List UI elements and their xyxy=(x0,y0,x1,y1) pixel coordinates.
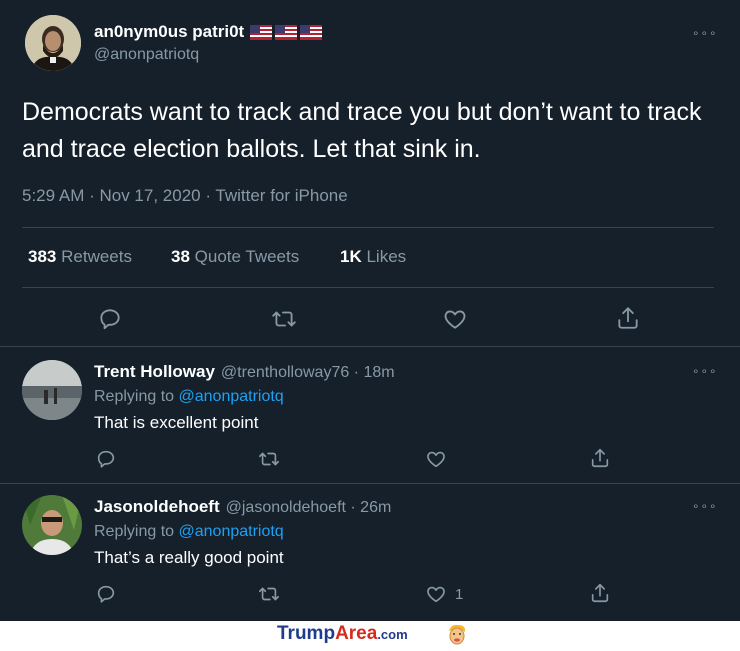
reply-display-name[interactable]: Jasonoldehoeft xyxy=(94,497,220,517)
brand-logo: Trump Area .com xyxy=(277,623,408,645)
divider xyxy=(0,483,740,484)
quotes-count: 38 xyxy=(171,247,190,266)
retweets-label: Retweets xyxy=(61,247,132,266)
divider xyxy=(22,287,714,288)
more-icon[interactable]: ∘∘∘ xyxy=(692,499,718,513)
more-icon[interactable]: ∘∘∘ xyxy=(692,364,718,378)
more-icon[interactable]: ∘∘∘ xyxy=(692,26,718,40)
replying-to-line: Replying to @anonpatriotq xyxy=(94,388,284,406)
reply-header: Jasonoldehoeft @jasonoldehoeft · 26m xyxy=(94,497,391,517)
reply-icon[interactable] xyxy=(95,583,117,605)
reply-text: That’s a really good point xyxy=(94,548,284,567)
like-icon[interactable] xyxy=(442,306,468,332)
replying-to-line: Replying to @anonpatriotq xyxy=(94,523,284,541)
reply-icon[interactable] xyxy=(95,448,117,470)
reply-text: That is excellent point xyxy=(94,413,259,432)
like-icon[interactable]: 1 xyxy=(425,583,463,605)
author-name-row: an0nym0us patri0t xyxy=(94,22,323,42)
reply-meta[interactable]: @trentholloway76 · 18m xyxy=(221,364,395,382)
retweets-count: 383 xyxy=(28,247,57,266)
retweet-icon[interactable] xyxy=(258,583,280,605)
retweets-stat[interactable]: 383 Retweets xyxy=(28,247,132,267)
retweet-icon[interactable] xyxy=(271,306,297,332)
reply-avatar[interactable] xyxy=(22,495,82,555)
like-icon[interactable] xyxy=(425,448,455,470)
like-count: 1 xyxy=(455,585,464,603)
share-icon[interactable] xyxy=(589,447,611,469)
reply-header: Trent Holloway @trentholloway76 · 18m xyxy=(94,362,395,382)
reply-display-name[interactable]: Trent Holloway xyxy=(94,362,215,382)
brand-part2: Area xyxy=(335,623,378,644)
likes-label: Likes xyxy=(366,247,407,266)
tweet-timestamp[interactable]: 5:29 AM · Nov 17, 2020 · Twitter for iPh… xyxy=(22,186,348,206)
brand-part1: Trump xyxy=(277,623,336,644)
share-icon[interactable] xyxy=(615,305,641,331)
quotes-label: Quote Tweets xyxy=(194,247,300,266)
retweet-icon[interactable] xyxy=(258,448,280,470)
replying-to-prefix: Replying to xyxy=(94,523,175,540)
author-display-name[interactable]: an0nym0us patri0t xyxy=(94,22,244,42)
reply-icon[interactable] xyxy=(97,306,123,332)
author-avatar[interactable] xyxy=(25,15,81,71)
replying-to-prefix: Replying to xyxy=(94,388,175,405)
likes-count: 1K xyxy=(340,247,362,266)
likes-stat[interactable]: 1K Likes xyxy=(340,247,406,267)
replying-to-link[interactable]: @anonpatriotq xyxy=(179,523,284,540)
divider xyxy=(0,346,740,347)
divider xyxy=(22,227,714,228)
tweet-text: Democrats want to track and trace you bu… xyxy=(22,98,702,163)
quotes-stat[interactable]: 38 Quote Tweets xyxy=(171,247,299,267)
reply-meta[interactable]: @jasonoldehoeft · 26m xyxy=(226,499,392,517)
watermark-footer: Trump Area .com xyxy=(0,621,740,647)
author-handle[interactable]: @anonpatriotq xyxy=(94,46,199,64)
us-flag-icon xyxy=(250,24,323,40)
brand-suffix: .com xyxy=(377,627,408,642)
replying-to-link[interactable]: @anonpatriotq xyxy=(179,388,284,405)
tweet-thread: an0nym0us patri0t @anonpatriotq ∘∘∘ Demo… xyxy=(0,0,740,621)
reply-avatar[interactable] xyxy=(22,360,82,420)
share-icon[interactable] xyxy=(589,582,611,604)
